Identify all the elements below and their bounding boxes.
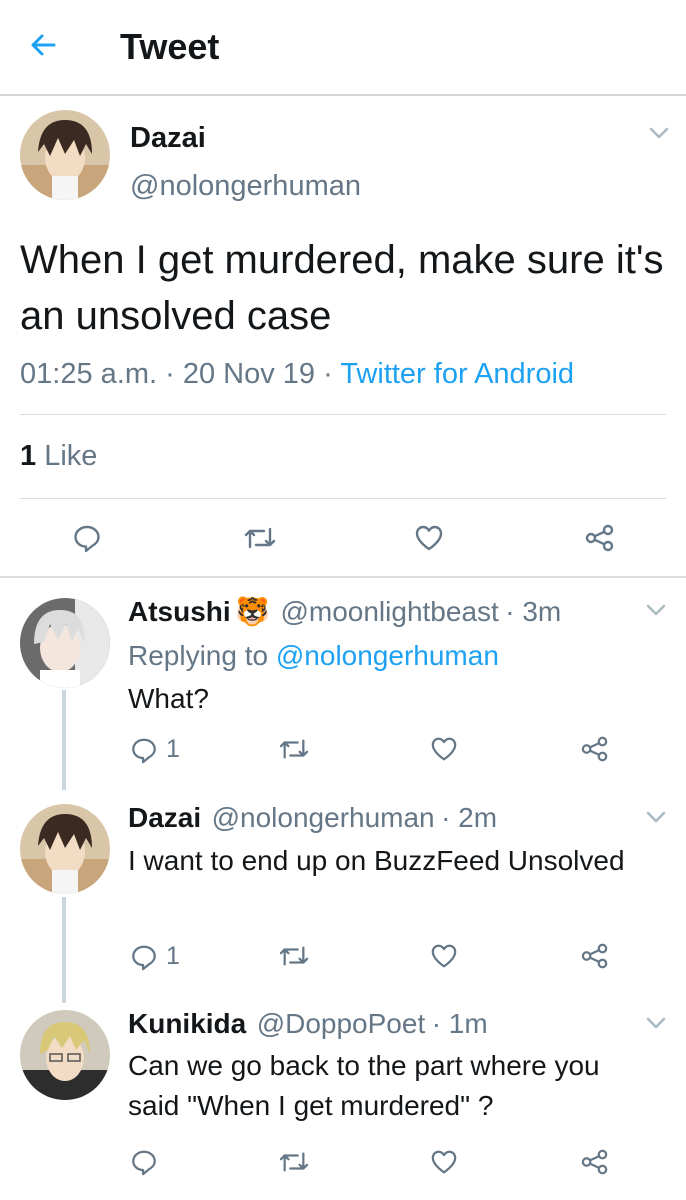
tweet-date: 20 Nov 19 [182,358,316,390]
tiger-face-icon: 🐯 [235,596,271,627]
author-handle[interactable]: @nolongerhuman [212,802,435,833]
reply-icon [130,943,158,971]
tweet-text: When I get murdered, make sure it's an u… [20,238,664,338]
chevron-down-icon[interactable] [645,603,667,617]
replying-to: Replying to @nolongerhuman [128,640,499,672]
reply-button[interactable]: 1 [130,942,180,971]
meta-separator: · [323,358,333,390]
reply-text-line: said "When I get murdered" ? [128,1090,494,1121]
share-button[interactable] [580,1148,610,1176]
retweet-icon [278,1148,310,1176]
reply-header: Kunikida @DoppoPoet · 1m [128,1008,488,1040]
author-name[interactable]: Dazai [130,122,206,155]
share-button[interactable] [580,735,610,763]
like-button[interactable] [430,1148,458,1176]
heart-icon [430,942,458,970]
chevron-down-icon[interactable] [645,1016,667,1030]
reply-icon [130,1148,158,1176]
reply-count: 1 [166,942,180,970]
reply-button[interactable]: 1 [130,735,180,764]
reply-text: What? [128,683,209,714]
author-handle[interactable]: @DoppoPoet [257,1008,426,1039]
top-bar [0,0,686,96]
reply-time: · 3m [505,596,562,627]
chevron-down-icon[interactable] [645,810,667,824]
share-icon [580,942,610,970]
tweet-source-link[interactable]: Twitter for Android [340,358,574,390]
reply-icon [130,736,158,764]
reply-time: · 2m [441,802,498,833]
share-icon [580,1148,610,1176]
like-button[interactable] [430,735,458,763]
share-button[interactable] [584,523,616,553]
likes-stat[interactable]: 1 Like [20,440,97,473]
thread-line [62,897,66,1003]
author-handle[interactable]: @nolongerhuman [130,170,361,203]
reply-text: I want to end up on BuzzFeed Unsolved [128,845,625,876]
reply-text-line: Can we go back to the part where you [128,1050,600,1081]
reply-count: 1 [166,735,180,763]
reply-button[interactable] [72,523,102,553]
avatar[interactable] [20,110,110,200]
retweet-button[interactable] [278,942,310,970]
divider [20,498,666,499]
replying-to-label: Replying to [128,640,269,671]
author-handle[interactable]: @moonlightbeast [280,596,498,627]
avatar[interactable] [20,598,110,688]
share-icon [584,523,616,553]
heart-icon [430,735,458,763]
author-name[interactable]: Kunikida [128,1008,246,1039]
retweet-button[interactable] [278,1148,310,1176]
avatar[interactable] [20,804,110,894]
avatar[interactable] [20,1010,110,1100]
divider [20,414,666,415]
like-button[interactable] [430,942,458,970]
retweet-icon [278,942,310,970]
page-title: Tweet [120,26,220,67]
heart-icon [414,523,444,553]
reply-time: · 1m [431,1008,488,1039]
share-icon [580,735,610,763]
author-name[interactable]: Dazai [128,802,201,833]
reply-icon [72,523,102,553]
retweet-button[interactable] [278,735,310,763]
retweet-icon [278,735,310,763]
likes-count: 1 [20,440,37,472]
heart-icon [430,1148,458,1176]
share-button[interactable] [580,942,610,970]
thread-line [62,690,66,790]
reply-button[interactable] [130,1148,158,1176]
tweet-meta: 01:25 a.m. · 20 Nov 19 · Twitter for And… [20,358,574,391]
tweet-time: 01:25 a.m. [20,358,158,390]
reply-header: Atsushi 🐯 @moonlightbeast · 3m [128,595,561,628]
author-name[interactable]: Atsushi [128,596,231,627]
arrow-left-icon[interactable] [28,30,58,60]
reply-header: Dazai @nolongerhuman · 2m [128,802,497,834]
meta-separator: · [165,358,175,390]
replying-to-handle[interactable]: @nolongerhuman [276,640,499,671]
divider [0,576,686,578]
like-button[interactable] [414,523,444,553]
retweet-button[interactable] [243,523,277,553]
retweet-icon [243,523,277,553]
likes-label: Like [44,440,98,472]
chevron-down-icon[interactable] [648,126,670,140]
